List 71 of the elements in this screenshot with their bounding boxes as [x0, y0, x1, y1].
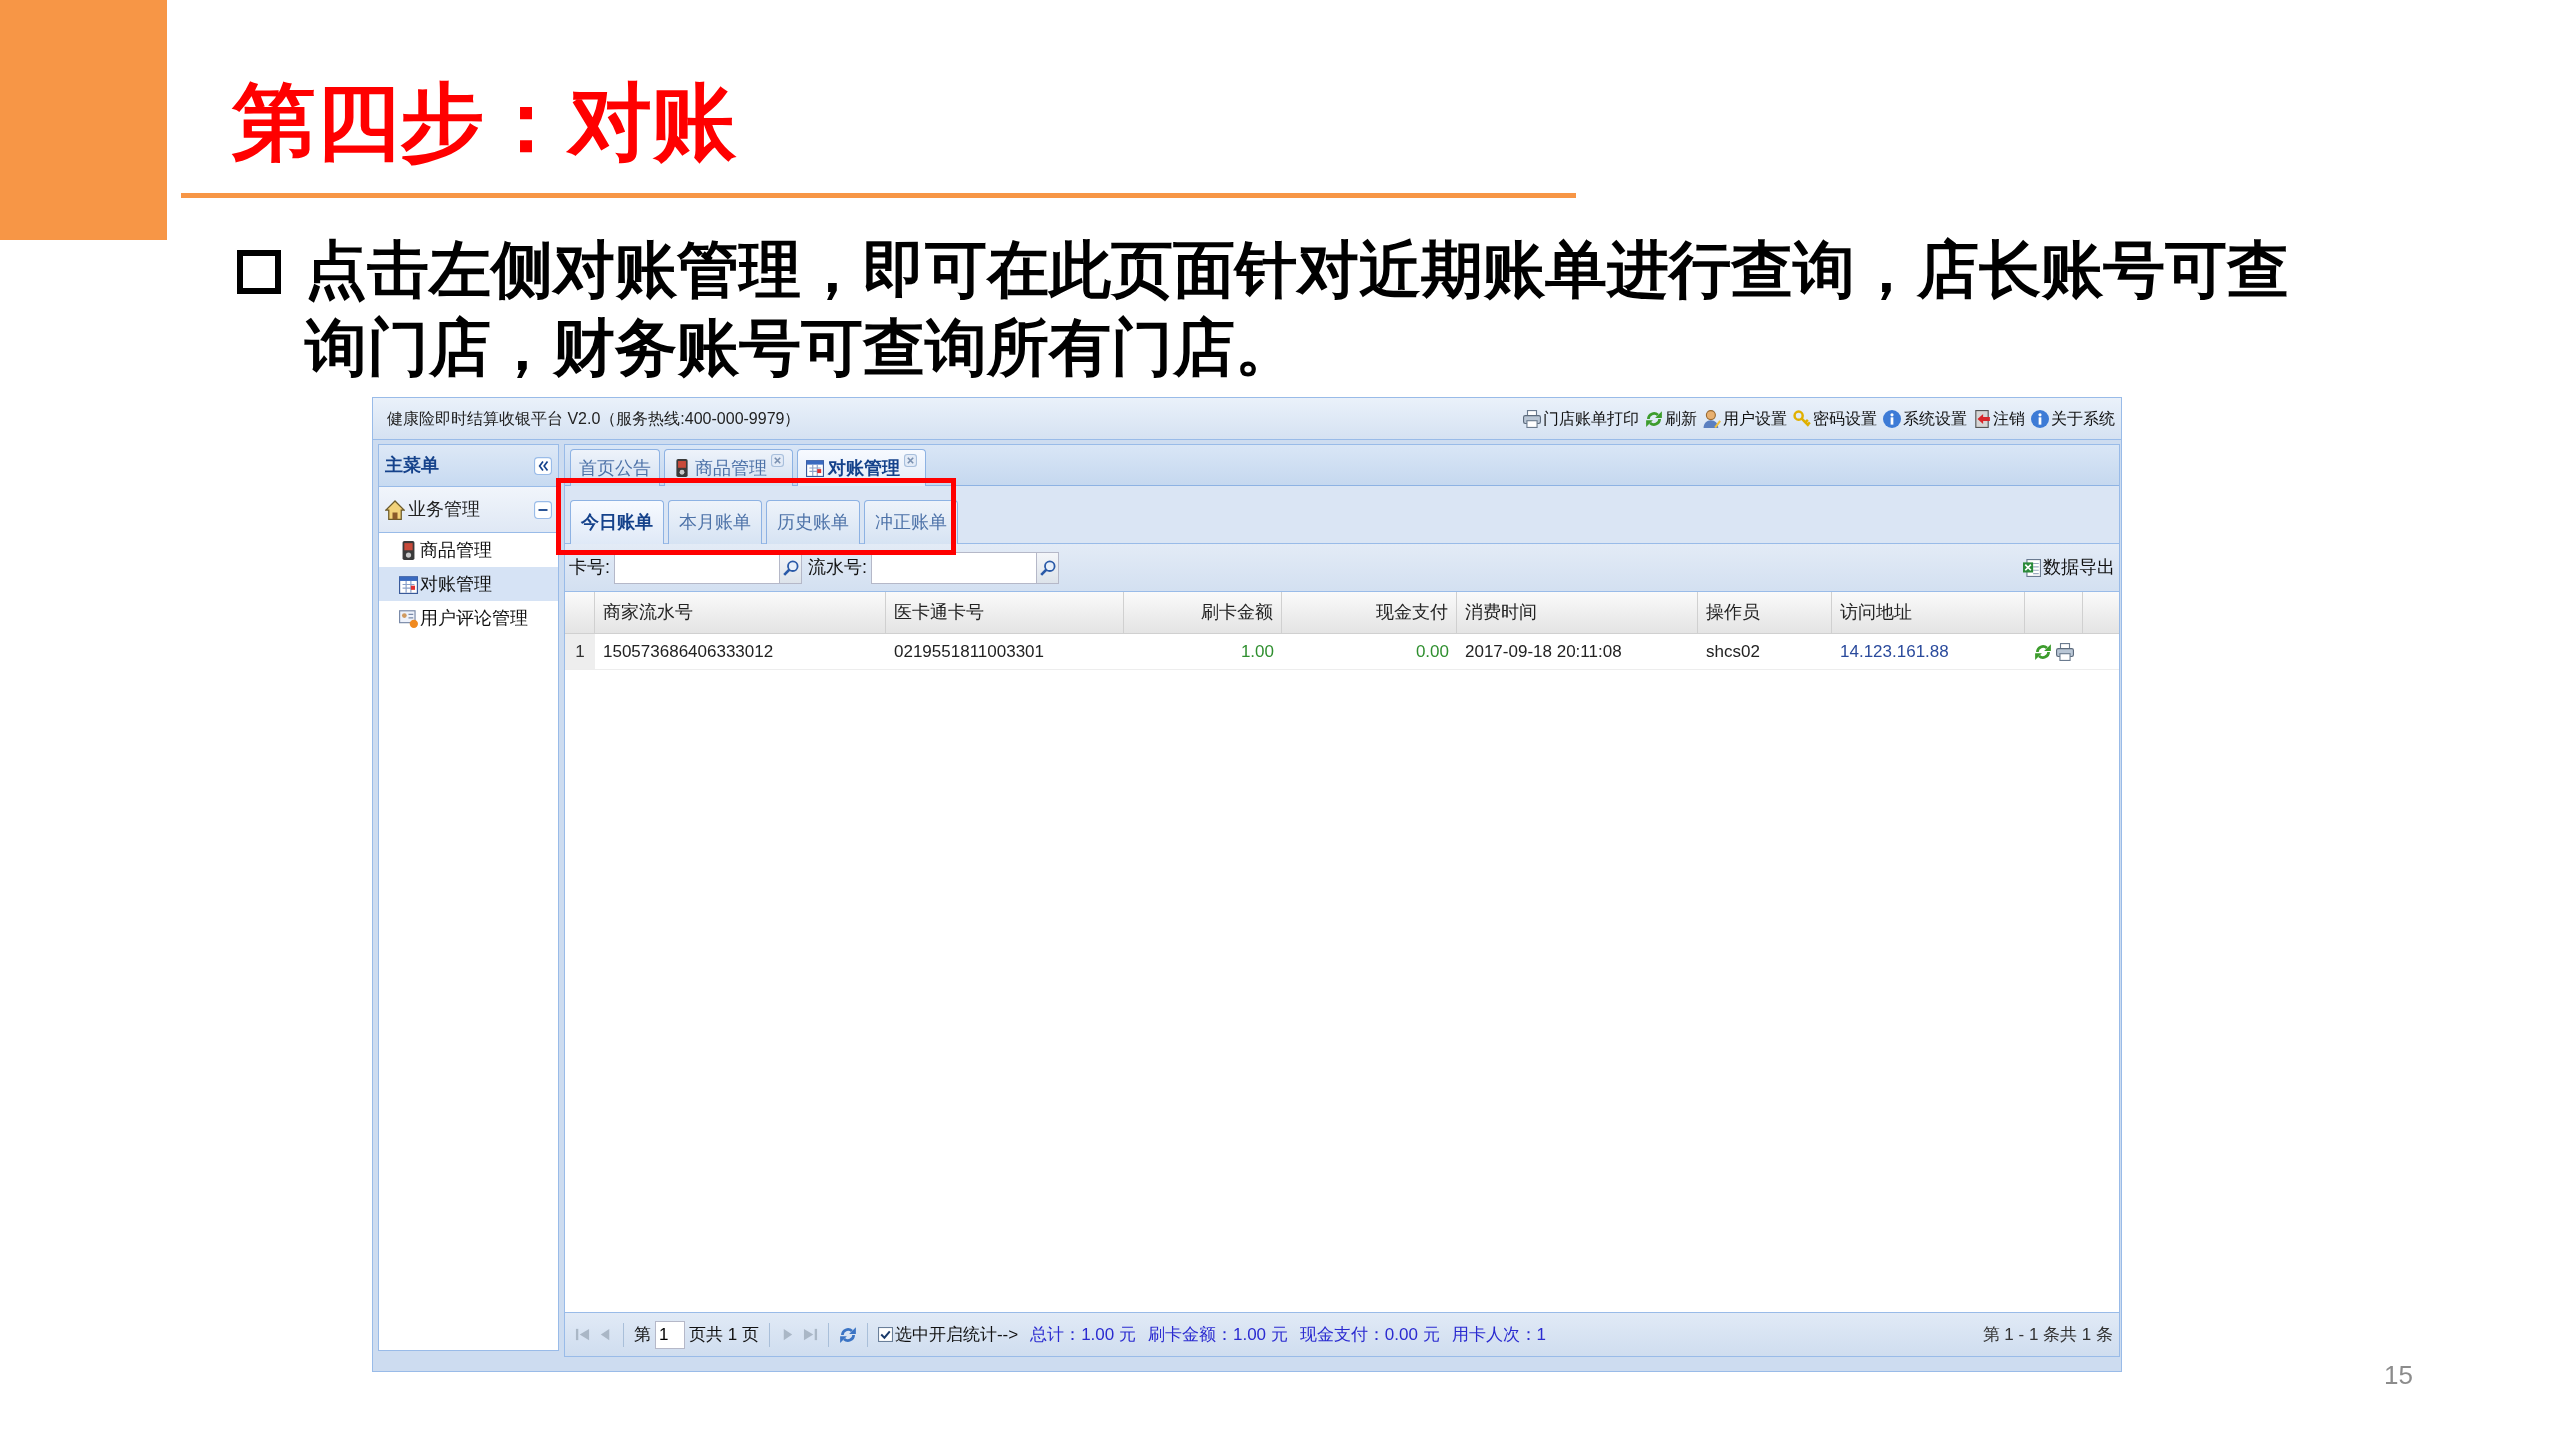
close-icon[interactable]: [904, 454, 917, 467]
app-title: 健康险即时结算收银平台 V2.0（服务热线:400-000-9979）: [387, 408, 801, 429]
print-button[interactable]: 门店账单打印: [1523, 408, 1639, 429]
pager-label: 页共 1 页: [689, 1323, 759, 1346]
house-icon: [385, 499, 405, 520]
column-header: 商家流水号: [595, 592, 886, 633]
search-icon: [782, 559, 799, 576]
spreadsheet-icon: [2023, 557, 2041, 578]
statistics-total: 用卡人次：1: [1451, 1323, 1547, 1346]
table-cell-text: 1.00: [1239, 640, 1275, 663]
table-cell-text: 0219551811003301: [893, 640, 1045, 663]
menu-item[interactable]: 对账管理: [379, 567, 558, 601]
sub-tab[interactable]: 本月账单: [668, 500, 762, 544]
info-icon: [1883, 409, 1901, 428]
collapse-icon[interactable]: [534, 456, 552, 475]
search-button[interactable]: [1037, 551, 1060, 584]
printer-icon: [1523, 409, 1541, 428]
display-info: 第 1 - 1 条共 1 条: [1982, 1323, 2113, 1346]
calendar-icon: [806, 458, 824, 478]
row-number: 1: [565, 634, 595, 669]
table-cell-text: 0.00: [1414, 640, 1450, 663]
user-settings-button[interactable]: 用户设置: [1703, 408, 1787, 429]
pager-label: 第: [634, 1323, 651, 1346]
table-cell-text: shcs02: [1705, 640, 1761, 663]
column-header: 操作员: [1698, 592, 1832, 633]
user-icon: [1703, 409, 1721, 428]
bullet-text: 点击左侧对账管理，即可在此页面针对近期账单进行查询，店长账号可查询门店，财务账号可查询所有门店。: [305, 234, 2290, 384]
checkbox-label: 选中开启统计-->: [894, 1323, 1019, 1346]
column-header: 现金支付: [1282, 592, 1457, 633]
collapse-group-icon[interactable]: [534, 500, 552, 519]
password-settings-button[interactable]: 密码设置: [1793, 408, 1877, 429]
phone-icon: [673, 458, 691, 478]
statistics-checkbox[interactable]: [877, 1327, 893, 1342]
logout-button[interactable]: 注销: [1973, 408, 2025, 429]
refresh-button[interactable]: 刷新: [1645, 408, 1697, 429]
calendar-icon: [399, 574, 418, 594]
page-number-field[interactable]: 1: [655, 1320, 685, 1349]
statistics-total: 总计：1.00 元: [1030, 1323, 1136, 1346]
square-bullet-icon: [237, 250, 281, 294]
info-icon: [2031, 409, 2049, 428]
search-field[interactable]: [871, 551, 1038, 584]
system-settings-button[interactable]: 系统设置: [1883, 408, 1967, 429]
table-cell-text: 14.123.161.88: [1839, 640, 1950, 663]
about-button[interactable]: 关于系统: [2031, 408, 2115, 429]
refresh-icon[interactable]: [838, 1325, 857, 1344]
door-exit-icon: [1973, 409, 1991, 428]
key-icon: [1793, 409, 1811, 428]
column-header: 消费时间: [1457, 592, 1698, 633]
field-label: 流水号:: [808, 556, 868, 579]
id-card-icon: [399, 608, 418, 628]
sub-tab[interactable]: 历史账单: [766, 500, 860, 544]
refresh-icon[interactable]: [2034, 642, 2052, 661]
printer-icon[interactable]: [2056, 641, 2074, 662]
column-header: 刷卡金额: [1124, 592, 1282, 633]
statistics-total: 刷卡金额：1.00 元: [1147, 1323, 1288, 1346]
table-cell-text: 2017-09-18 20:11:08: [1464, 640, 1623, 663]
slide-title: 第四步：对账: [232, 74, 736, 171]
statistics-total: 现金支付：0.00 元: [1299, 1323, 1440, 1346]
sub-tab[interactable]: 今日账单: [570, 500, 664, 544]
column-header: 医卡通卡号: [886, 592, 1124, 633]
field-label: 卡号:: [569, 556, 610, 579]
export-button[interactable]: 数据导出: [2023, 554, 2115, 581]
sub-tab[interactable]: 冲正账单: [864, 500, 958, 544]
sidebar-title: 主菜单: [385, 454, 439, 477]
table-cell-text: 150573686406333012: [602, 640, 775, 663]
refresh-icon: [1645, 409, 1663, 428]
search-icon: [1039, 559, 1056, 576]
column-header: 访问地址: [1832, 592, 2025, 633]
page-number: 15: [2384, 1360, 2413, 1390]
accordion-header[interactable]: 业务管理: [379, 487, 558, 533]
close-icon[interactable]: [771, 454, 784, 467]
